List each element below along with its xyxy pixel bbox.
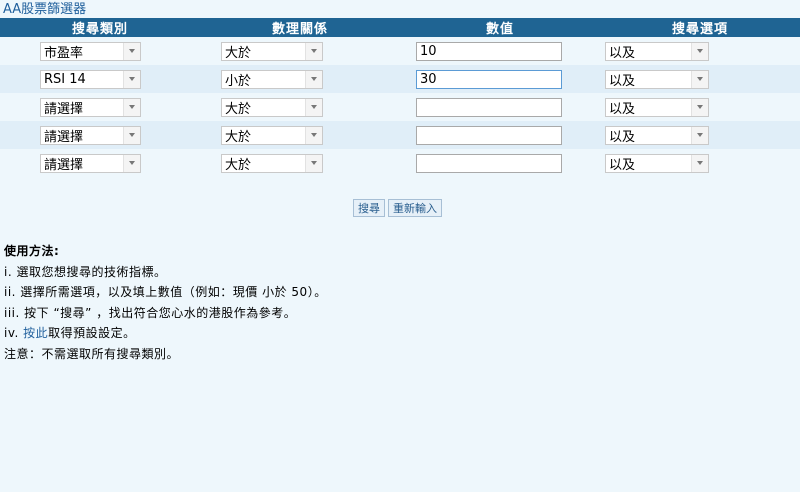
screener-table: 搜尋類別 數理關係 數值 搜尋選項 市盈率 大於 以及 RSI 14 小於 以及… [0,18,800,177]
chevron-down-icon[interactable] [305,70,322,88]
table-row: 請選擇 大於 以及 [0,149,800,177]
chevron-down-icon[interactable] [691,42,708,60]
help-step-4-prefix: iv. [4,326,24,340]
category-select-value: 市盈率 [44,45,84,61]
chevron-down-icon[interactable] [123,154,140,172]
help-section: 使用方法: i. 選取您想搜尋的技術指標。 ii. 選擇所需選項，以及填上數值（… [4,241,327,364]
category-select-value: 請選擇 [44,101,84,117]
chevron-down-icon[interactable] [305,42,322,60]
relation-select-value: 大於 [225,129,252,145]
table-row: 請選擇 大於 以及 [0,121,800,149]
relation-select[interactable]: 大於 [221,153,323,173]
help-step-3: iii. 按下 “搜尋” ，找出符合您心水的港股作為參考。 [4,305,297,320]
relation-select-value: 大於 [225,157,252,173]
option-select[interactable]: 以及 [605,69,709,89]
search-button[interactable]: 搜尋 [353,199,385,217]
chevron-down-icon[interactable] [691,70,708,88]
help-step-4-suffix: 取得預設設定。 [48,326,136,340]
table-header-row: 搜尋類別 數理關係 數值 搜尋選項 [0,18,800,37]
chevron-down-icon[interactable] [305,98,322,116]
relation-select[interactable]: 大於 [221,125,323,145]
category-select[interactable]: 請選擇 [40,97,141,117]
table-row: 請選擇 大於 以及 [0,93,800,121]
option-select-value: 以及 [609,129,636,145]
value-input[interactable] [416,97,562,117]
chevron-down-icon[interactable] [691,154,708,172]
option-select[interactable]: 以及 [605,125,709,145]
relation-select[interactable]: 大於 [221,41,323,61]
relation-select[interactable]: 小於 [221,69,323,89]
default-settings-link[interactable]: 按此 [23,326,48,340]
value-input[interactable] [416,41,562,61]
table-row: 市盈率 大於 以及 [0,37,800,65]
chevron-down-icon[interactable] [305,126,322,144]
chevron-down-icon[interactable] [123,42,140,60]
category-select[interactable]: 請選擇 [40,125,141,145]
chevron-down-icon[interactable] [691,126,708,144]
help-step-2: ii. 選擇所需選項，以及填上數值（例如：現價 小於 50）。 [4,285,327,299]
relation-select[interactable]: 大於 [221,97,323,117]
option-select-value: 以及 [609,101,636,117]
help-heading: 使用方法: [4,244,60,258]
option-select[interactable]: 以及 [605,97,709,117]
value-input[interactable] [416,125,562,145]
chevron-down-icon[interactable] [691,98,708,116]
option-select[interactable]: 以及 [605,41,709,61]
category-select[interactable]: RSI 14 [40,69,141,89]
category-select-value: 請選擇 [44,157,84,173]
help-note: 注意：不需選取所有搜尋類別。 [4,346,180,361]
option-select-value: 以及 [609,73,636,89]
relation-select-value: 大於 [225,101,252,117]
header-relation: 數理關係 [200,18,400,37]
relation-select-value: 小於 [225,73,252,89]
option-select-value: 以及 [609,157,636,173]
reset-button[interactable]: 重新輸入 [388,199,442,217]
category-select[interactable]: 市盈率 [40,41,141,61]
table-row: RSI 14 小於 以及 [0,65,800,93]
chevron-down-icon[interactable] [123,126,140,144]
form-buttons: 搜尋 重新輸入 [353,199,442,217]
page-title: AA股票篩選器 [3,2,87,17]
help-step-1: i. 選取您想搜尋的技術指標。 [4,264,167,279]
category-select-value: 請選擇 [44,129,84,145]
chevron-down-icon[interactable] [305,154,322,172]
relation-select-value: 大於 [225,45,252,61]
chevron-down-icon[interactable] [123,70,140,88]
category-select[interactable]: 請選擇 [40,153,141,173]
option-select[interactable]: 以及 [605,153,709,173]
category-select-value: RSI 14 [44,71,86,87]
header-category: 搜尋類別 [0,18,200,37]
value-input[interactable] [416,69,562,89]
value-input[interactable] [416,153,562,173]
chevron-down-icon[interactable] [123,98,140,116]
help-step-4: iv. 按此取得預設設定。 [4,323,327,344]
header-value: 數值 [400,18,600,37]
option-select-value: 以及 [609,45,636,61]
header-option: 搜尋選項 [600,18,800,37]
